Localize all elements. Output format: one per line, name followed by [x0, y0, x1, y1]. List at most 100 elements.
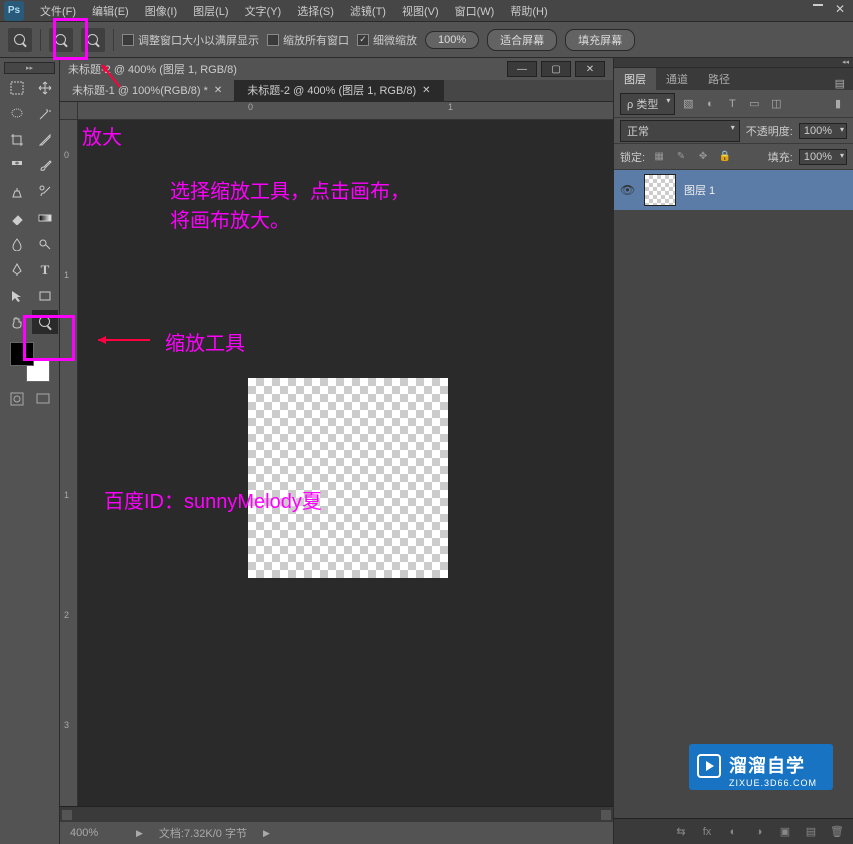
- menu-view[interactable]: 视图(V): [394, 3, 447, 19]
- close-icon[interactable]: ✕: [422, 85, 430, 96]
- menu-edit[interactable]: 编辑(E): [84, 3, 137, 19]
- document-tab-2[interactable]: 未标题-2 @ 400% (图层 1, RGB/8)✕: [235, 79, 443, 101]
- zoom-in-icon[interactable]: [49, 28, 73, 52]
- menu-help[interactable]: 帮助(H): [502, 3, 555, 19]
- foreground-color-swatch[interactable]: [10, 342, 34, 366]
- gradient-tool[interactable]: [32, 206, 58, 230]
- toolbox-collapse-icon[interactable]: ▸▸: [4, 62, 55, 74]
- menu-layer[interactable]: 图层(L): [185, 3, 236, 19]
- fill-screen-button[interactable]: 填充屏幕: [565, 29, 635, 51]
- doc-minimize-button[interactable]: —: [507, 61, 537, 77]
- path-selection-tool[interactable]: [4, 284, 30, 308]
- document-tab-1[interactable]: 未标题-1 @ 100%(RGB/8) *✕: [60, 79, 235, 101]
- window-minimize-icon[interactable]: [813, 4, 823, 6]
- doc-size-info: 文档:7.32K/0 字节: [159, 825, 247, 841]
- eyedropper-tool[interactable]: [32, 128, 58, 152]
- lock-pixels-icon[interactable]: ✎: [673, 149, 689, 165]
- filter-smart-icon[interactable]: ◫: [767, 95, 785, 113]
- tab-paths[interactable]: 路径: [698, 68, 740, 90]
- filter-shape-icon[interactable]: ▭: [745, 95, 763, 113]
- color-swatches[interactable]: [10, 342, 50, 382]
- lock-all-icon[interactable]: 🔒: [717, 149, 733, 165]
- history-brush-tool[interactable]: [32, 180, 58, 204]
- magic-wand-tool[interactable]: [32, 102, 58, 126]
- panel-menu-icon[interactable]: ▤: [827, 77, 853, 90]
- filter-type-icon[interactable]: T: [723, 95, 741, 113]
- scrub-zoom-checkbox[interactable]: 细微缩放: [357, 32, 417, 48]
- lock-position-icon[interactable]: ✥: [695, 149, 711, 165]
- lasso-tool[interactable]: [4, 102, 30, 126]
- link-layers-icon[interactable]: ⇆: [673, 824, 689, 840]
- zoom-level-field[interactable]: 400%: [70, 827, 120, 839]
- horizontal-scrollbar[interactable]: [60, 806, 613, 822]
- layer-style-icon[interactable]: fx: [699, 824, 715, 840]
- menu-text[interactable]: 文字(Y): [237, 3, 290, 19]
- canvas-viewport[interactable]: [78, 120, 613, 806]
- layer-name[interactable]: 图层 1: [684, 182, 715, 198]
- document-tabs: 未标题-1 @ 100%(RGB/8) *✕ 未标题-2 @ 400% (图层 …: [60, 80, 613, 102]
- rectangle-tool[interactable]: [32, 284, 58, 308]
- layers-list: 👁 图层 1: [614, 170, 853, 818]
- tab-channels[interactable]: 通道: [656, 68, 698, 90]
- fit-window-checkbox[interactable]: 调整窗口大小以满屏显示: [122, 32, 259, 48]
- dodge-tool[interactable]: [32, 232, 58, 256]
- status-dropdown-icon[interactable]: ▶: [263, 828, 270, 839]
- blur-tool[interactable]: [4, 232, 30, 256]
- marquee-tool[interactable]: [4, 76, 30, 100]
- panel-tabs: 图层 通道 路径 ▤: [614, 68, 853, 90]
- ruler-origin[interactable]: [60, 102, 78, 120]
- document-titlebar: 未标题-2 @ 400% (图层 1, RGB/8) — ▢ ✕: [60, 58, 613, 80]
- zoom-out-icon[interactable]: [81, 28, 105, 52]
- layer-row[interactable]: 👁 图层 1: [614, 170, 853, 210]
- horizontal-ruler[interactable]: 0 1: [78, 102, 613, 120]
- adjustment-layer-icon[interactable]: ◑: [751, 824, 767, 840]
- menu-window[interactable]: 窗口(W): [447, 3, 503, 19]
- pen-tool[interactable]: [4, 258, 30, 282]
- new-layer-icon[interactable]: ▤: [803, 824, 819, 840]
- panel-collapse-icon[interactable]: ◂◂: [614, 58, 853, 68]
- visibility-eye-icon[interactable]: 👁: [620, 183, 636, 197]
- lock-transparent-icon[interactable]: ▦: [651, 149, 667, 165]
- layer-mask-icon[interactable]: ◐: [725, 824, 741, 840]
- move-tool[interactable]: [32, 76, 58, 100]
- fit-screen-button[interactable]: 适合屏幕: [487, 29, 557, 51]
- scrub-zoom-label: 细微缩放: [373, 32, 417, 48]
- watermark: 溜溜自学 ZIXUE.3D66.COM: [689, 744, 833, 790]
- type-tool[interactable]: T: [32, 258, 58, 282]
- clone-stamp-tool[interactable]: [4, 180, 30, 204]
- fill-field[interactable]: 100%: [799, 149, 847, 165]
- menu-filter[interactable]: 滤镜(T): [342, 3, 394, 19]
- close-icon[interactable]: ✕: [214, 85, 222, 96]
- hand-tool[interactable]: [4, 310, 30, 334]
- filter-pixel-icon[interactable]: ▧: [679, 95, 697, 113]
- screen-mode-icon[interactable]: [33, 390, 53, 408]
- ruler-tick-label: 1: [64, 490, 69, 500]
- zoom-tool[interactable]: [32, 310, 58, 334]
- brush-tool[interactable]: [32, 154, 58, 178]
- zoom-all-checkbox[interactable]: 缩放所有窗口: [267, 32, 349, 48]
- doc-close-button[interactable]: ✕: [575, 61, 605, 77]
- tab-layers[interactable]: 图层: [614, 68, 656, 90]
- vertical-ruler[interactable]: 0 1 1 2 3: [60, 120, 78, 806]
- new-group-icon[interactable]: ▣: [777, 824, 793, 840]
- blend-mode-dropdown[interactable]: 正常: [620, 120, 740, 142]
- filter-toggle-icon[interactable]: ▮: [829, 95, 847, 113]
- menu-select[interactable]: 选择(S): [289, 3, 342, 19]
- doc-size-label: 文档:: [159, 828, 184, 840]
- zoom-100-button[interactable]: 100%: [425, 31, 479, 49]
- opacity-field[interactable]: 100%: [799, 123, 847, 139]
- healing-brush-tool[interactable]: [4, 154, 30, 178]
- eraser-tool[interactable]: [4, 206, 30, 230]
- canvas[interactable]: [248, 378, 448, 578]
- filter-adjustment-icon[interactable]: ◐: [701, 95, 719, 113]
- quick-mask-icon[interactable]: [7, 390, 27, 408]
- menu-file[interactable]: 文件(F): [32, 3, 84, 19]
- doc-maximize-button[interactable]: ▢: [541, 61, 571, 77]
- window-close-icon[interactable]: ✕: [835, 2, 845, 16]
- menu-image[interactable]: 图像(I): [137, 3, 185, 19]
- crop-tool[interactable]: [4, 128, 30, 152]
- status-menu-icon[interactable]: ▶: [136, 828, 143, 839]
- filter-kind-dropdown[interactable]: ρ 类型: [620, 93, 675, 115]
- delete-layer-icon[interactable]: 🗑: [829, 824, 845, 840]
- layer-thumbnail[interactable]: [644, 174, 676, 206]
